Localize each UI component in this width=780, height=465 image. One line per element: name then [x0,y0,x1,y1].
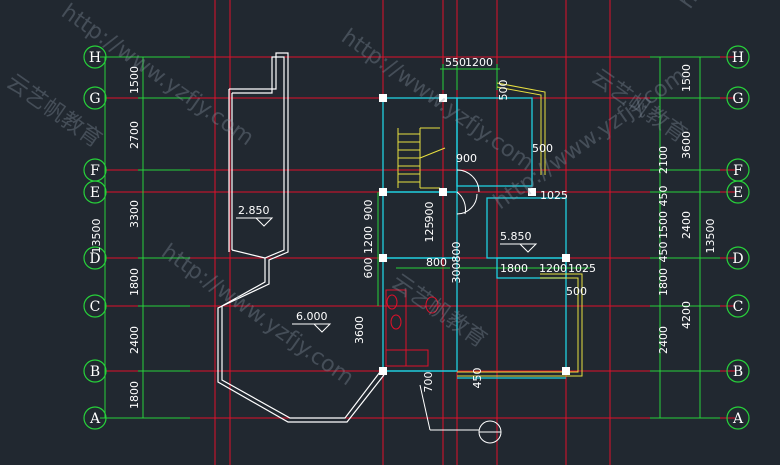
inner-dim-700: 700 [422,372,435,393]
axis-bubble-left-G: G [83,86,107,110]
inner-dim-125: 125 [423,222,436,243]
axis-label-left-A: A [89,411,101,427]
axis-label-left-B: B [90,364,100,380]
right-mid-dim-3: 4200 [680,301,693,329]
inner-dim-800b: 800 [426,256,447,269]
inner-dim-450: 450 [471,368,484,389]
inner-dim-500a: 500 [497,80,510,101]
left-inner-dim-2: 1200 [362,226,375,254]
axis-label-right-A: A [732,411,744,427]
floor-plan-drawing: H HG GF FE ED DC CB BA A 1500 2700 3300 1800 240… [2,0,780,465]
level-room: 5.850 [500,230,532,243]
left-dim-5: 2400 [128,326,141,354]
left-dim-4: 1800 [128,268,141,296]
axis-label-right-F: F [733,163,743,179]
inner-dim-300: 300 [450,263,463,284]
watermark-brand-3: 云艺帆教育 [387,269,491,353]
axis-label-left-H: H [89,50,101,66]
axis-bubble-left-F: F [83,158,107,182]
left-inner-dim-3: 600 [362,258,375,279]
watermark-url-2: http://www.yzfjy.com [157,239,359,391]
right-dim-6: 1800 [657,268,670,296]
inner-dim-900a: 900 [456,152,477,165]
top-dim-2: 1200 [465,56,493,69]
axis-label-left-G: G [89,91,100,107]
left-dim-total: 13500 [90,219,103,254]
inner-dim-1025b: 1025 [568,262,596,275]
axis-label-left-E: E [90,185,100,201]
right-dim-4: 1500 [657,211,670,239]
axis-label-right-C: C [733,299,744,315]
axis-bubble-left-E: E [83,180,107,204]
axis-label-left-C: C [90,299,101,315]
right-dim-7: 2400 [657,326,670,354]
axis-label-left-F: F [90,163,100,179]
left-dim-2: 2700 [128,121,141,149]
inner-dim-500c: 500 [566,285,587,298]
right-dim-5: 450 [657,242,670,263]
left-dim-6: 1800 [128,381,141,409]
stair-lines [397,127,446,189]
level-terrace: 2.850 [238,204,270,217]
inner-dim-900b: 900 [423,202,436,223]
watermark-brand-1: 云艺帆教育 [2,69,106,153]
right-dim-2: 2100 [657,146,670,174]
right-dim-total: 13500 [704,219,717,254]
right-dim-3: 450 [657,186,670,207]
axis-label-right-B: B [733,364,743,380]
axis-label-right-H: H [732,50,744,66]
inner-dim-1800: 1800 [500,262,528,275]
axis-label-right-E: E [733,185,743,201]
left-inner-dim-1: 900 [362,200,375,221]
inner-dim-1200: 1200 [539,262,567,275]
inner-dim-1025a: 1025 [540,189,568,202]
watermark-url-5: http://www.yzfjy.com [674,0,780,13]
terrace-outline [217,52,385,423]
left-dim-3: 3300 [128,200,141,228]
top-dim-1: 550 [445,56,466,69]
axis-bubble-left-C: C [83,294,107,318]
level-main: 6.000 [296,310,328,323]
inner-dim-800a: 800 [450,242,463,263]
inner-dim-3600: 3600 [353,316,366,344]
axis-label-right-D: D [732,251,743,267]
axis-label-right-G: G [732,91,743,107]
axis-bubble-left-B: B [83,359,107,383]
right-mid-dim-2: 2400 [680,211,693,239]
axis-grid-lines [105,0,735,465]
